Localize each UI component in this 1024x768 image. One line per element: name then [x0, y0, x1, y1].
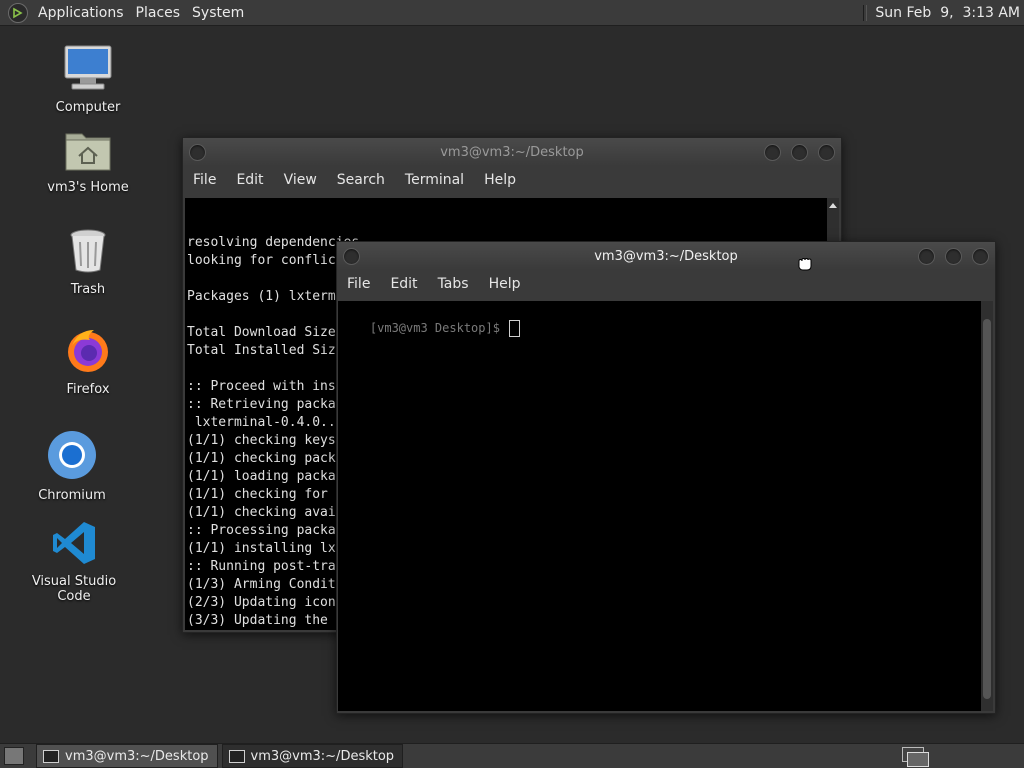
workspace-switcher-icon[interactable]: [902, 747, 929, 767]
top-panel: Applications Places System Sun Feb 9, 3:…: [0, 0, 1024, 26]
desktop-icon-label: vm3's Home: [47, 180, 129, 195]
taskbar-item[interactable]: vm3@vm3:~/Desktop: [221, 744, 404, 768]
menu-edit[interactable]: Edit: [226, 172, 273, 188]
panel-separator: [863, 4, 868, 21]
taskbar-item-label: vm3@vm3:~/Desktop: [65, 748, 209, 764]
menu-file[interactable]: File: [183, 172, 226, 188]
menu-bar: File Edit Tabs Help: [337, 270, 995, 298]
desktop-icon-label: Trash: [70, 282, 106, 297]
desktop-icon-chromium[interactable]: Chromium: [12, 430, 132, 503]
minimize-button[interactable]: [764, 144, 781, 161]
close-button[interactable]: [972, 248, 989, 265]
taskbar-item[interactable]: vm3@vm3:~/Desktop: [36, 744, 218, 768]
terminal-icon: [228, 749, 245, 763]
menu-terminal[interactable]: Terminal: [395, 172, 474, 188]
desktop-icon-firefox[interactable]: Firefox: [28, 326, 148, 397]
scroll-thumb[interactable]: [983, 319, 991, 699]
close-button[interactable]: [818, 144, 835, 161]
terminal-cursor: [509, 320, 521, 337]
home-folder-icon: [28, 128, 148, 176]
desktop-icon-home[interactable]: vm3's Home: [28, 128, 148, 195]
chromium-icon: [12, 430, 132, 484]
bottom-panel: vm3@vm3:~/Desktop vm3@vm3:~/Desktop: [0, 743, 1024, 768]
taskbar-item-label: vm3@vm3:~/Desktop: [250, 748, 395, 764]
terminal-window-front[interactable]: vm3@vm3:~/Desktop File Edit Tabs Help [v…: [336, 241, 996, 714]
firefox-icon: [28, 326, 148, 378]
desktop-icon-vscode[interactable]: Visual Studio Code: [14, 520, 134, 604]
show-desktop-icon[interactable]: [4, 747, 24, 765]
window-title: vm3@vm3:~/Desktop: [440, 144, 584, 160]
computer-icon: [28, 44, 148, 96]
maximize-button[interactable]: [945, 248, 962, 265]
window-menu-button[interactable]: [343, 248, 360, 265]
distro-logo-icon[interactable]: [8, 2, 28, 23]
desktop-icon-label: Chromium: [38, 488, 106, 503]
menu-search[interactable]: Search: [327, 172, 395, 188]
vscode-icon: [14, 520, 134, 570]
applications-menu[interactable]: Applications: [32, 5, 130, 21]
desktop-icon-trash[interactable]: Trash: [28, 228, 148, 297]
window-menu-button[interactable]: [189, 144, 206, 161]
menu-help[interactable]: Help: [474, 172, 526, 188]
menu-view[interactable]: View: [274, 172, 327, 188]
clock[interactable]: Sun Feb 9, 3:13 AM: [875, 5, 1020, 21]
window-titlebar[interactable]: vm3@vm3:~/Desktop: [183, 138, 841, 166]
menu-file[interactable]: File: [337, 276, 380, 292]
terminal-prompt: [vm3@vm3 Desktop]$: [369, 321, 508, 335]
window-titlebar[interactable]: vm3@vm3:~/Desktop: [337, 242, 995, 270]
system-menu[interactable]: System: [186, 5, 250, 21]
maximize-button[interactable]: [791, 144, 808, 161]
scroll-up-arrow-icon[interactable]: [827, 200, 839, 212]
desktop-icon-label: Firefox: [66, 382, 110, 397]
terminal-output[interactable]: [vm3@vm3 Desktop]$: [338, 301, 981, 711]
minimize-button[interactable]: [918, 248, 935, 265]
desktop-icon-label: Computer: [55, 100, 121, 115]
desktop-icon-label: Visual Studio Code: [31, 574, 117, 604]
places-menu[interactable]: Places: [130, 5, 187, 21]
terminal-icon: [43, 749, 59, 763]
menu-tabs[interactable]: Tabs: [428, 276, 479, 292]
window-title: vm3@vm3:~/Desktop: [594, 248, 738, 264]
menu-help[interactable]: Help: [479, 276, 531, 292]
scrollbar[interactable]: [981, 301, 993, 711]
desktop-icon-computer[interactable]: Computer: [28, 44, 148, 115]
menu-edit[interactable]: Edit: [380, 276, 427, 292]
menu-bar: File Edit View Search Terminal Help: [183, 166, 841, 194]
hand-cursor-icon: [796, 256, 814, 276]
trash-icon: [28, 228, 148, 278]
